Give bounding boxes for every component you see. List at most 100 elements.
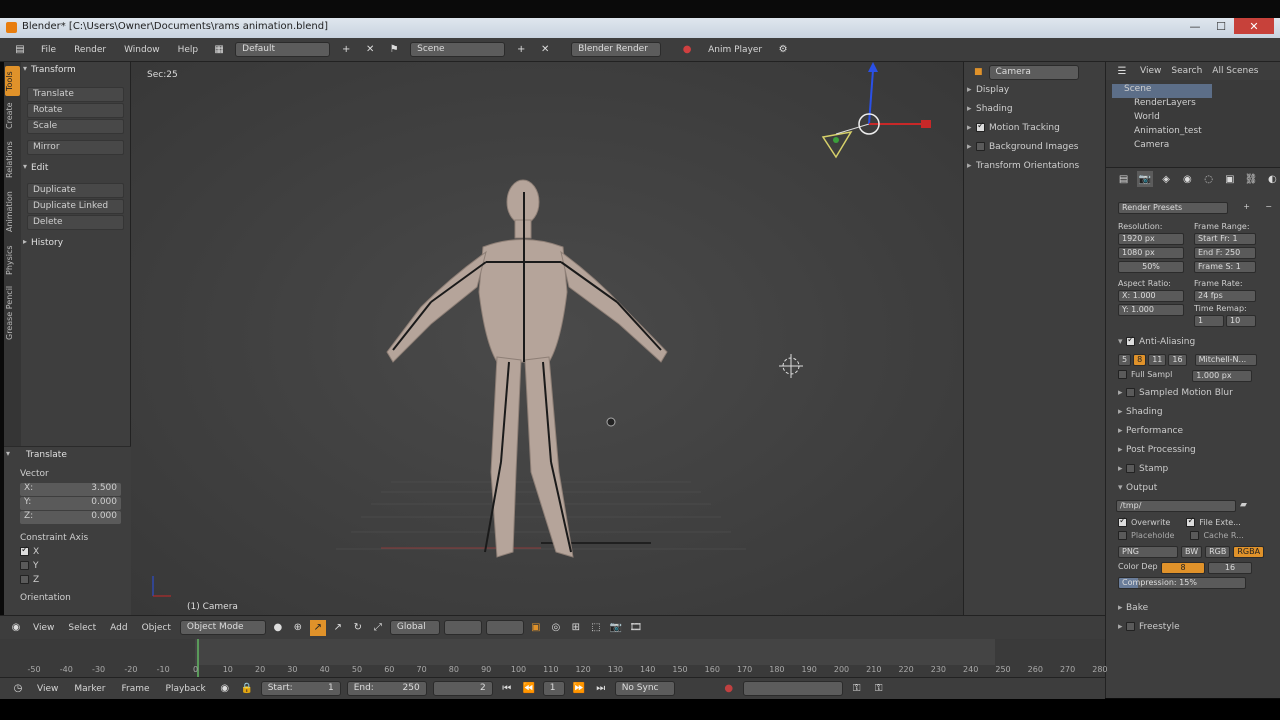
tl-menu-marker[interactable]: Marker <box>69 684 110 694</box>
tab-physics[interactable]: Physics <box>5 240 20 280</box>
placeholders-option[interactable]: Placeholde <box>1118 531 1174 540</box>
aspect-y-field[interactable]: Y: 1.000 <box>1118 304 1184 316</box>
timeline[interactable]: -50 -40 -30 -20 -10 0 10 20 30 40 50 60 70 80 90 100 110… <box>0 639 1108 677</box>
transform-orientation-select[interactable]: Global <box>389 620 440 635</box>
file-extensions-checkbox[interactable] <box>1186 516 1196 527</box>
resolution-y-field[interactable]: 1080 px <box>1118 247 1184 259</box>
constraint-y-checkbox[interactable]: Y <box>4 559 131 573</box>
current-frame-field[interactable]: 2 <box>432 681 493 696</box>
preview-range-icon[interactable]: ◉ <box>217 681 233 697</box>
outliner-item-camera[interactable]: Camera <box>1112 140 1280 148</box>
time-remap-new[interactable]: 10 <box>1226 315 1256 327</box>
outliner-editor-icon[interactable]: ☰ <box>1114 63 1130 79</box>
object-tab-icon[interactable]: ▣ <box>1222 171 1237 187</box>
scale-manip-icon[interactable]: ⤢ <box>370 620 386 636</box>
end-frame-field[interactable]: End F: 250 <box>1194 247 1256 259</box>
section-post-processing[interactable]: Post Processing <box>1106 441 1280 460</box>
prev-key-icon[interactable]: ⏪ <box>521 681 537 697</box>
render-layers-tab-icon[interactable]: ◈ <box>1159 171 1174 187</box>
section-stamp[interactable]: Stamp <box>1106 460 1280 479</box>
timeline-editor-icon[interactable]: ◷ <box>10 681 26 697</box>
outliner-item-renderlayers[interactable]: RenderLayers <box>1112 98 1280 112</box>
outliner-menu-view[interactable]: View <box>1140 66 1161 76</box>
opengl-render-icon[interactable]: 📷 <box>608 620 624 636</box>
render-engine-select[interactable]: Blender Render <box>571 42 662 57</box>
cache-result-option[interactable]: Cache R... <box>1190 531 1244 540</box>
output-path-field[interactable]: /tmp/ <box>1116 500 1236 512</box>
remove-scene-icon[interactable]: ✕ <box>537 42 553 58</box>
constraint-z-checkbox[interactable]: Z <box>4 573 131 587</box>
vp-menu-view[interactable]: View <box>28 623 59 633</box>
scene-field[interactable]: Scene <box>410 42 506 57</box>
duplicate-linked-button[interactable]: Duplicate Linked <box>27 199 124 214</box>
lock-range-icon[interactable]: 🔒 <box>239 681 255 697</box>
color-bw-button[interactable]: BW <box>1181 546 1203 558</box>
outliner-item-animation-test[interactable]: Animation_test <box>1112 126 1280 140</box>
minimize-button[interactable]: — <box>1182 18 1208 34</box>
tl-menu-playback[interactable]: Playback <box>161 684 211 694</box>
section-shading[interactable]: Shading <box>1106 403 1280 422</box>
layers-group-2[interactable] <box>485 620 524 635</box>
opengl-anim-icon[interactable]: 🎞 <box>628 620 644 636</box>
scale-button[interactable]: Scale <box>27 119 124 134</box>
sync-mode-select[interactable]: No Sync <box>614 681 675 696</box>
color-depth-16-button[interactable]: 16 <box>1208 562 1252 574</box>
overwrite-option[interactable]: Overwrite <box>1118 516 1170 527</box>
jump-start-icon[interactable]: ⏮ <box>499 681 515 697</box>
delete-keyframe-icon[interactable]: ⚿ <box>871 681 887 697</box>
vector-y-field[interactable]: Y: 0.000 <box>20 497 121 510</box>
rotate-manip-icon[interactable]: ↻ <box>350 620 366 636</box>
world-tab-icon[interactable]: ◌ <box>1201 171 1216 187</box>
file-extensions-option[interactable]: File Exte... <box>1186 516 1241 527</box>
menu-file[interactable]: File <box>36 45 61 55</box>
prop-row-transform-orientations[interactable]: Transform Orientations <box>964 158 1105 177</box>
add-preset-icon[interactable]: + <box>1243 202 1250 216</box>
anti-aliasing-checkbox[interactable] <box>1126 335 1135 346</box>
tab-create[interactable]: Create <box>5 98 20 134</box>
3d-viewport[interactable]: Sec:25 (1) Camera <box>131 62 963 615</box>
panel-history-header[interactable]: History <box>21 235 130 251</box>
layers-group-1[interactable] <box>443 620 482 635</box>
scene-tab-icon[interactable]: ◉ <box>1180 171 1195 187</box>
aa-samples-11[interactable]: 11 <box>1148 354 1167 366</box>
aa-samples-16[interactable]: 16 <box>1168 354 1187 366</box>
section-anti-aliasing[interactable]: Anti-Aliasing <box>1106 333 1280 352</box>
translate-manip-icon[interactable]: ↗ <box>330 620 346 636</box>
anim-player-button[interactable]: Anim Player <box>703 45 767 55</box>
remove-layout-icon[interactable]: ✕ <box>362 42 378 58</box>
mode-select[interactable]: Object Mode <box>179 620 266 635</box>
panel-transform-header[interactable]: Transform <box>21 62 130 78</box>
prop-row-motion-tracking[interactable]: Motion Tracking <box>964 120 1105 139</box>
constraint-x-checkbox[interactable]: X <box>4 545 131 559</box>
section-performance[interactable]: Performance <box>1106 422 1280 441</box>
outliner-menu-search[interactable]: Search <box>1171 66 1202 76</box>
tl-menu-view[interactable]: View <box>32 684 63 694</box>
proportional-edit-icon[interactable]: ◎ <box>548 620 564 636</box>
folder-icon[interactable]: ▰ <box>1240 500 1247 512</box>
filter-size-field[interactable]: 1.000 px <box>1192 370 1253 382</box>
file-format-select[interactable]: PNG <box>1118 546 1178 558</box>
constraints-tab-icon[interactable]: ⛓ <box>1244 171 1259 187</box>
scene-icon[interactable]: ⚑ <box>386 42 402 58</box>
render-tab-icon[interactable]: 📷 <box>1137 171 1153 187</box>
vector-z-field[interactable]: Z: 0.000 <box>20 511 121 524</box>
section-output[interactable]: Output <box>1106 479 1280 498</box>
motion-blur-checkbox[interactable] <box>1126 388 1135 397</box>
remove-preset-icon[interactable]: − <box>1265 202 1272 216</box>
frame-field[interactable]: 1 <box>542 681 565 696</box>
lock-layers-icon[interactable]: ▣ <box>528 620 544 636</box>
shading-solid-icon[interactable]: ● <box>270 620 286 636</box>
color-rgba-button[interactable]: RGBA <box>1233 546 1265 558</box>
prop-row-display[interactable]: Display <box>964 82 1105 101</box>
start-frame-field[interactable]: Start: 1 <box>260 681 341 696</box>
delete-button[interactable]: Delete <box>27 215 124 230</box>
check-z[interactable] <box>20 575 29 584</box>
section-sampled-motion-blur[interactable]: Sampled Motion Blur <box>1106 384 1280 403</box>
full-sample-option[interactable]: Full Sampl <box>1118 370 1172 382</box>
overwrite-checkbox[interactable] <box>1118 516 1127 527</box>
screen-layout-icon[interactable]: ▦ <box>211 42 227 58</box>
section-freestyle[interactable]: Freestyle <box>1106 618 1280 637</box>
add-scene-icon[interactable]: + <box>513 42 529 58</box>
maximize-button[interactable]: ☐ <box>1208 18 1234 34</box>
aa-filter-select[interactable]: Mitchell-N... <box>1194 354 1257 366</box>
